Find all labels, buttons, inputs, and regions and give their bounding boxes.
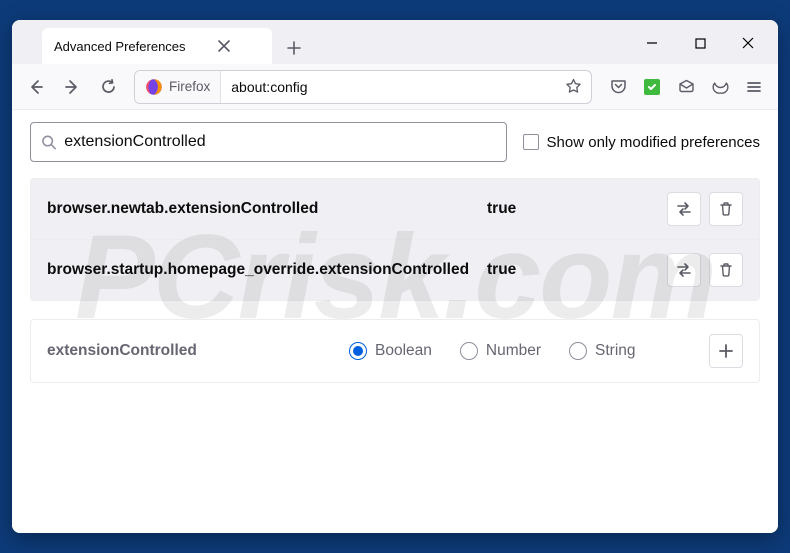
url-text[interactable]: about:config: [221, 79, 555, 95]
new-pref-row: extensionControlled Boolean Number Strin…: [30, 319, 760, 383]
plus-icon: [287, 41, 301, 55]
reload-icon: [100, 78, 117, 95]
close-icon: [742, 37, 754, 49]
delete-button[interactable]: [709, 192, 743, 226]
radio-number[interactable]: Number: [460, 342, 541, 360]
type-radio-group: Boolean Number String: [349, 342, 687, 360]
modified-only-label: Show only modified preferences: [547, 134, 760, 151]
window-maximize-button[interactable]: [678, 26, 722, 60]
toggle-button[interactable]: [667, 192, 701, 226]
toolbar-right-icons: [602, 71, 770, 103]
radio-icon: [349, 342, 367, 360]
extension-icon: [644, 79, 660, 95]
tab-title: Advanced Preferences: [54, 39, 186, 54]
pref-name: browser.newtab.extensionControlled: [47, 200, 479, 218]
trash-icon: [718, 262, 734, 278]
identity-box[interactable]: Firefox: [135, 71, 221, 103]
swap-icon: [675, 200, 693, 218]
pref-value: true: [487, 200, 567, 218]
hamburger-icon: [746, 79, 762, 95]
browser-window: Advanced Preferences: [12, 20, 778, 533]
arrow-left-icon: [27, 78, 45, 96]
window-minimize-button[interactable]: [630, 26, 674, 60]
pocket-button[interactable]: [602, 71, 634, 103]
modified-only-checkbox[interactable]: Show only modified preferences: [523, 134, 760, 151]
pref-row[interactable]: browser.startup.homepage_override.extens…: [31, 239, 759, 300]
app-menu-button[interactable]: [738, 71, 770, 103]
search-box[interactable]: [30, 122, 507, 162]
radio-label: Boolean: [375, 342, 432, 360]
radio-boolean[interactable]: Boolean: [349, 342, 432, 360]
aboutconfig-content: Show only modified preferences browser.n…: [12, 110, 778, 533]
radio-icon: [460, 342, 478, 360]
radio-icon: [569, 342, 587, 360]
pref-value: true: [487, 261, 567, 279]
maximize-icon: [695, 38, 706, 49]
shield-icon: [712, 78, 729, 95]
pref-list: browser.newtab.extensionControlled true …: [30, 178, 760, 301]
back-button[interactable]: [20, 71, 52, 103]
star-icon: [565, 78, 582, 95]
close-icon: [218, 40, 230, 52]
delete-button[interactable]: [709, 253, 743, 287]
swap-icon: [675, 261, 693, 279]
url-bar[interactable]: Firefox about:config: [134, 70, 592, 104]
search-icon: [41, 134, 56, 150]
tab-close-button[interactable]: [216, 38, 232, 54]
reload-button[interactable]: [92, 71, 124, 103]
extension-button[interactable]: [636, 71, 668, 103]
identity-label: Firefox: [169, 79, 210, 94]
checkbox-icon: [523, 134, 539, 150]
nav-toolbar: Firefox about:config: [12, 64, 778, 110]
plus-icon: [718, 343, 734, 359]
add-pref-button[interactable]: [709, 334, 743, 368]
window-close-button[interactable]: [726, 26, 770, 60]
trash-icon: [718, 201, 734, 217]
firefox-logo-icon: [145, 78, 163, 96]
minimize-icon: [646, 37, 658, 49]
forward-button[interactable]: [56, 71, 88, 103]
shield-button[interactable]: [704, 71, 736, 103]
window-controls: [630, 26, 770, 64]
radio-label: String: [595, 342, 636, 360]
radio-string[interactable]: String: [569, 342, 636, 360]
new-pref-name: extensionControlled: [47, 342, 327, 360]
bookmark-star-button[interactable]: [555, 78, 591, 95]
toggle-button[interactable]: [667, 253, 701, 287]
search-row: Show only modified preferences: [30, 122, 760, 162]
new-tab-button[interactable]: [278, 32, 310, 64]
inbox-button[interactable]: [670, 71, 702, 103]
active-tab[interactable]: Advanced Preferences: [42, 28, 272, 64]
search-input[interactable]: [64, 133, 495, 151]
pref-name: browser.startup.homepage_override.extens…: [47, 261, 479, 279]
pocket-icon: [610, 78, 627, 95]
radio-label: Number: [486, 342, 541, 360]
pref-row[interactable]: browser.newtab.extensionControlled true: [31, 179, 759, 239]
inbox-icon: [678, 78, 695, 95]
arrow-right-icon: [63, 78, 81, 96]
titlebar: Advanced Preferences: [12, 20, 778, 64]
